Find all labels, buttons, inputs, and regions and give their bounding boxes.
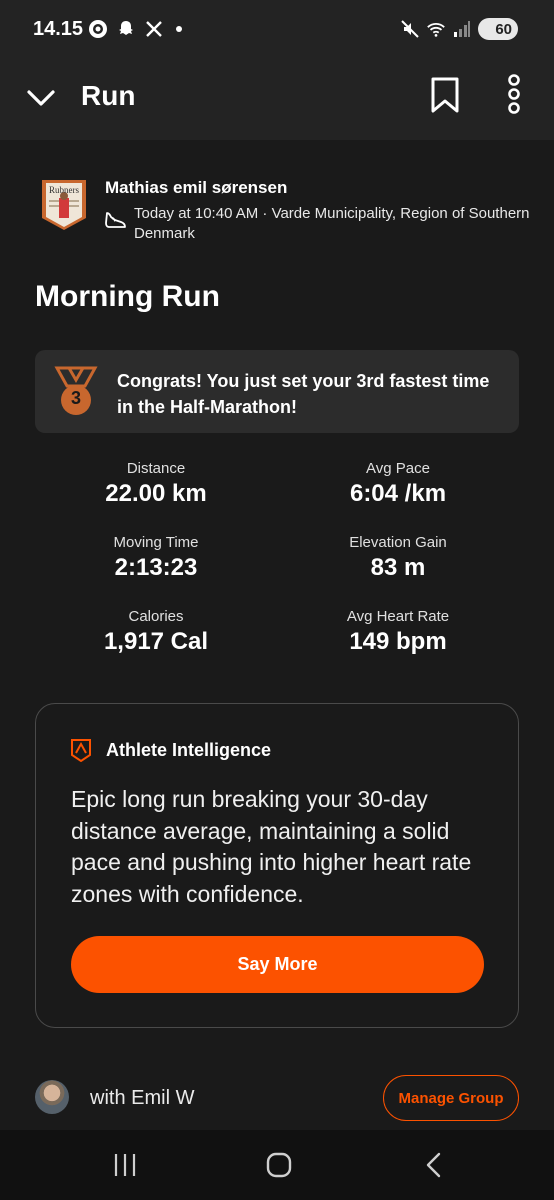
author-name[interactable]: Mathias emil sørensen xyxy=(105,178,505,198)
stat-label: Avg Heart Rate xyxy=(346,608,450,625)
stat-avg-heart-rate: Avg Heart Rate 149 bpm xyxy=(278,608,518,656)
stat-label: Avg Pace xyxy=(366,460,430,477)
athlete-intelligence-card: Athlete Intelligence Epic long run break… xyxy=(35,703,519,1028)
manage-group-button[interactable]: Manage Group xyxy=(383,1075,519,1121)
activity-meta: Today at 10:40 AM · Varde Municipality, … xyxy=(134,205,530,242)
bookmark-icon[interactable] xyxy=(430,76,460,114)
stat-elevation-gain: Elevation Gain 83 m xyxy=(278,534,518,582)
stat-label: Distance xyxy=(126,460,186,477)
group-members-text[interactable]: with Emil W xyxy=(90,1087,194,1110)
activity-detail: Rubners Mathias emil sørensen Today at 1… xyxy=(0,140,554,1130)
status-icons-right: 60 xyxy=(400,18,518,40)
x-icon xyxy=(144,19,164,39)
recent-apps-icon[interactable] xyxy=(113,1152,137,1178)
stat-value: 83 m xyxy=(370,554,426,581)
say-more-button[interactable]: Say More xyxy=(71,936,484,993)
stat-moving-time: Moving Time 2:13:23 xyxy=(36,534,276,582)
stat-value: 6:04 /km xyxy=(349,480,447,507)
stat-label: Elevation Gain xyxy=(349,534,447,551)
stat-value: 22.00 km xyxy=(105,480,207,507)
club-badge-avatar[interactable]: Rubners xyxy=(40,178,88,232)
group-row: with Emil W Manage Group xyxy=(0,1075,554,1125)
notification-dot xyxy=(176,26,182,32)
medal-icon: 3 xyxy=(53,366,99,418)
shoe-icon xyxy=(104,208,128,232)
athlete-intelligence-title: Athlete Intelligence xyxy=(106,740,272,760)
threads-icon xyxy=(88,19,108,39)
page-title: Run xyxy=(81,80,136,111)
stat-calories: Calories 1,917 Cal xyxy=(36,608,276,656)
stat-avg-pace: Avg Pace 6:04 /km xyxy=(278,460,518,508)
back-icon[interactable] xyxy=(424,1152,444,1178)
mute-icon xyxy=(400,19,420,39)
medal-rank: 3 xyxy=(70,388,81,408)
status-time: 14.15 xyxy=(33,18,84,40)
system-nav-bar xyxy=(0,1130,554,1200)
battery-icon: 60 xyxy=(478,18,518,40)
snapchat-icon xyxy=(116,19,136,39)
activity-title: Morning Run xyxy=(35,280,220,313)
stat-value: 2:13:23 xyxy=(114,554,198,581)
stat-distance: Distance 22.00 km xyxy=(36,460,276,508)
stat-label: Calories xyxy=(128,608,184,625)
chevron-down-icon[interactable] xyxy=(25,82,57,114)
avatar[interactable] xyxy=(35,1080,69,1114)
status-icons-left xyxy=(88,19,182,39)
athlete-intelligence-summary: Epic long run breaking your 30-day dista… xyxy=(71,786,472,907)
more-vertical-icon[interactable] xyxy=(504,74,524,114)
app-header: Run xyxy=(0,60,554,140)
stat-value: 149 bpm xyxy=(349,628,447,655)
stat-label: Moving Time xyxy=(113,534,199,551)
home-icon[interactable] xyxy=(266,1152,292,1178)
achievement-text: Congrats! You just set your 3rd fastest … xyxy=(117,371,490,417)
stat-value: 1,917 Cal xyxy=(103,628,209,655)
achievement-card[interactable]: 3 Congrats! You just set your 3rd fastes… xyxy=(35,350,519,433)
athlete-intelligence-icon xyxy=(70,738,92,763)
signal-icon xyxy=(452,19,472,39)
battery-level: 60 xyxy=(495,20,512,38)
wifi-icon xyxy=(426,19,446,39)
status-bar: 14.15 60 xyxy=(0,0,554,60)
badge-text: Rubners xyxy=(49,185,79,195)
